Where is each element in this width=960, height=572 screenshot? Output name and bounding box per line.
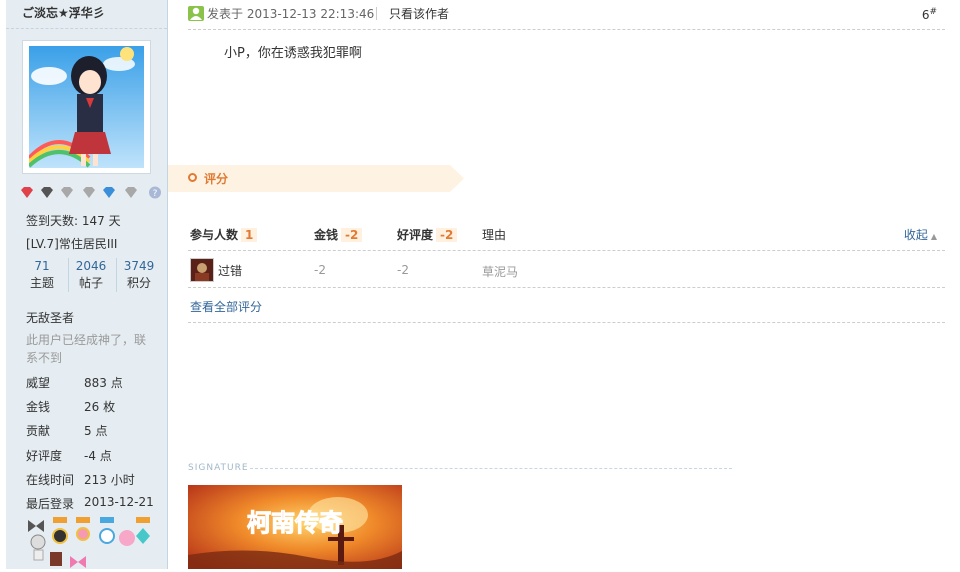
- divider: [188, 287, 945, 288]
- rater-reason: 草泥马: [482, 265, 519, 279]
- rating-table-header: 参与人数 1 金钱 -2 好评度 -2 理由 收起 ▲: [188, 224, 945, 250]
- author-username[interactable]: ご淡忘★浮华彡: [22, 4, 105, 21]
- post-content: 小P，你在诱惑我犯罪啊: [224, 46, 362, 61]
- user-counts: 71 主题 2046 帖子 3749 积分: [20, 258, 160, 294]
- reputation-header: 好评度 -2: [397, 226, 458, 243]
- custom-title: 此用户已经成神了，联系不到: [26, 333, 147, 365]
- checkin-days: 签到天数: 147 天: [26, 214, 121, 228]
- only-author-link[interactable]: 只看该作者: [389, 5, 449, 22]
- divider: [6, 28, 167, 29]
- user-level[interactable]: [LV.7]常住居民III: [26, 235, 117, 252]
- badge-icons[interactable]: [26, 516, 166, 569]
- medal-gray-icon[interactable]: [124, 186, 138, 199]
- chibi-icon: [30, 534, 46, 550]
- post-header: 发表于 2013-12-13 22:13:46 只看该作者 6#: [188, 4, 945, 28]
- rater-reputation: -2: [397, 263, 409, 277]
- bow-icon: [28, 520, 44, 532]
- divider: [188, 322, 945, 323]
- rating-row: 过错 -2 -2 草泥马: [188, 257, 945, 283]
- svg-text:?: ?: [153, 189, 158, 199]
- medal-ribbon-icon: [53, 517, 67, 523]
- divider: [188, 29, 945, 30]
- count-posts[interactable]: 2046 帖子: [68, 258, 113, 292]
- rater-money: -2: [314, 263, 326, 277]
- divider: [250, 468, 732, 469]
- signature-label: SIGNATURE: [188, 463, 249, 473]
- divider: [376, 7, 377, 20]
- medal-gray-icon[interactable]: [60, 186, 74, 199]
- triangle-up-icon: ▲: [930, 232, 937, 241]
- floor-number[interactable]: 6#: [922, 7, 937, 22]
- medal-row: ?: [12, 186, 162, 202]
- rater-name[interactable]: 过错: [218, 262, 242, 279]
- medal-dark-icon[interactable]: [40, 186, 54, 199]
- medal-gray-icon[interactable]: [82, 186, 96, 199]
- user-group: 无敌圣者: [26, 311, 75, 325]
- participants-header: 参与人数 1: [190, 226, 258, 243]
- count-threads[interactable]: 71 主题: [20, 258, 64, 292]
- avatar[interactable]: [29, 46, 144, 168]
- reason-header: 理由: [482, 228, 507, 242]
- divider: [188, 250, 945, 251]
- medal-blue-icon[interactable]: [102, 186, 116, 199]
- rating-title: 评分: [204, 172, 229, 186]
- anime-girl-avatar-icon: [29, 46, 144, 168]
- view-all-ratings-link[interactable]: 查看全部评分: [190, 298, 262, 315]
- online-user-icon: [188, 6, 204, 21]
- banner-text: 柯南传奇: [247, 509, 343, 537]
- rater-avatar[interactable]: [190, 258, 214, 282]
- flower-icon: [119, 530, 135, 546]
- count-points[interactable]: 3749 积分: [116, 258, 161, 292]
- signature-banner-image: 柯南传奇: [188, 485, 402, 569]
- avatar-frame[interactable]: [22, 40, 151, 174]
- badge-area: [26, 516, 166, 569]
- collapse-button[interactable]: 收起 ▲: [904, 226, 937, 243]
- post-time: 发表于 2013-12-13 22:13:46: [207, 7, 375, 21]
- signature-banner[interactable]: 柯南传奇: [188, 485, 402, 569]
- medal-red-icon[interactable]: [20, 186, 34, 199]
- author-sidebar: ご淡忘★浮华彡 ? 签到天数: 147 天 [LV.7]常住居民III 71 主…: [6, 0, 168, 569]
- money-header: 金钱 -2: [314, 226, 363, 243]
- rating-circle-icon: [188, 173, 197, 182]
- help-icon[interactable]: ?: [148, 186, 162, 199]
